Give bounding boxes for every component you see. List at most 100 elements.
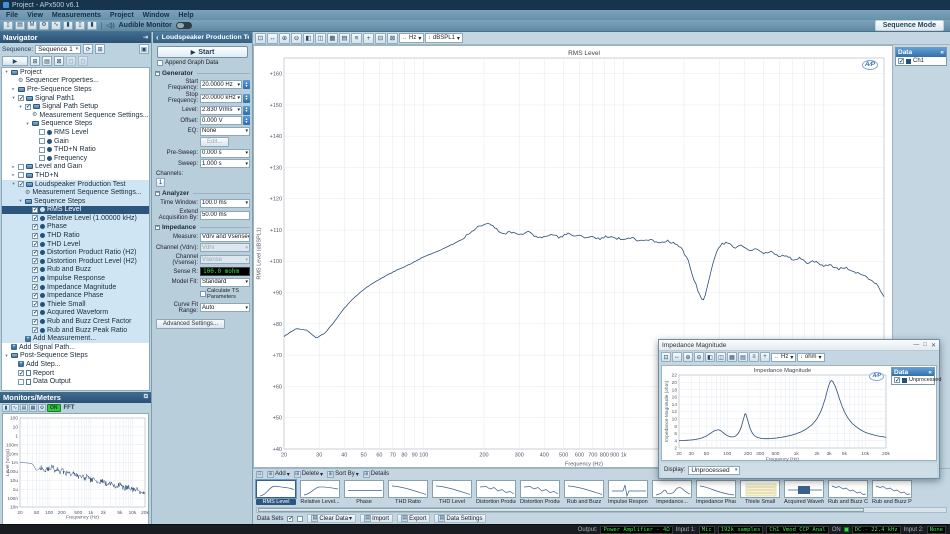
time-window-field[interactable]: 100.0 ms▾ (200, 199, 250, 208)
add-button[interactable]: ⊞Add▾ (267, 471, 290, 478)
tree-checkbox[interactable] (18, 370, 24, 376)
tree-checkbox[interactable] (32, 224, 38, 230)
model-fit-field[interactable]: Standard▾ (200, 278, 250, 287)
tree-item-rms-level[interactable]: RMS Level (2, 128, 149, 137)
measure-field[interactable]: Vdrv and Vsense▾ (200, 233, 250, 242)
menu-window[interactable]: Window (143, 12, 170, 19)
stop-frequency-stepper[interactable]: ▲▼ (243, 94, 250, 103)
data-set-2-checkbox[interactable] (297, 516, 303, 522)
new-project-icon[interactable]: ▯ (3, 21, 13, 30)
tree-item-rub-and-buzz[interactable]: Rub and Buzz (2, 266, 149, 275)
thumbnail-rub-and-buzz[interactable]: Rub and Buzz (564, 480, 604, 505)
quad-view-icon[interactable]: ▦ (727, 352, 737, 362)
offset-stepper[interactable]: ▲▼ (243, 116, 250, 125)
graph-select-icon[interactable]: ⊡ (661, 352, 671, 362)
tree-checkbox[interactable] (32, 284, 38, 290)
calculate-ts-parameters-checkbox[interactable] (200, 291, 206, 297)
extend-acquisition-by-field[interactable]: 50.00 ms (200, 211, 250, 220)
menu-help[interactable]: Help (178, 12, 193, 19)
grid-toggle-icon[interactable]: ▤ (738, 352, 748, 362)
pan-icon[interactable]: ↔ (672, 352, 682, 362)
tree-checkbox[interactable] (32, 301, 38, 307)
start-frequency-field[interactable]: 20.0000 Hz▾ (200, 80, 242, 89)
run-sequence-button[interactable]: ▶ (2, 56, 28, 66)
expander-icon[interactable]: ▾ (18, 198, 23, 204)
unprocessed-checkbox[interactable] (894, 377, 900, 383)
tree-item-level-and-gain[interactable]: ▸Level and Gain (2, 163, 149, 172)
data-settings-button[interactable]: ▤Data Settings (434, 514, 486, 523)
tree-item-distortion-product-level-h2[interactable]: Distortion Product Level (H2) (2, 257, 149, 266)
tree-item-loudspeaker-production-test[interactable]: ▾Loudspeaker Production Test (2, 180, 149, 189)
tree-item-thd-n-ratio[interactable]: THD+N Ratio (2, 145, 149, 154)
tree-item-impedance-magnitude[interactable]: Impedance Magnitude (2, 283, 149, 292)
tree-item-frequency[interactable]: Frequency (2, 154, 149, 163)
cursors-icon[interactable]: + (760, 352, 770, 362)
tree-checkbox[interactable] (32, 207, 38, 213)
thumbnail-rub-and-buzz-peak[interactable]: Rub and Buzz Peak... (872, 480, 912, 505)
thumbnail-relative-level[interactable]: Relative Level... (300, 480, 340, 505)
scrollbar-thumb[interactable] (258, 508, 864, 512)
tree-item-post-sequence-steps[interactable]: ▾Post-Sequence Steps (2, 352, 149, 361)
tree-checkbox[interactable] (32, 276, 38, 282)
tree-item-add-measurement[interactable]: +Add Measurement... (2, 334, 149, 343)
sequence-copy-icon[interactable]: ⊞ (95, 44, 105, 54)
impedance-chart[interactable]: 2220181614121086422030501002003005001k2k… (661, 365, 937, 461)
scope-monitor-view-icon[interactable]: ▤ (20, 404, 28, 412)
expander-icon[interactable]: ▾ (4, 69, 9, 75)
expander-icon[interactable]: ▸ (11, 172, 16, 178)
tree-item-pre-sequence-steps[interactable]: ▸Pre-Sequence Steps (2, 85, 149, 94)
audible-monitor-toggle[interactable] (176, 22, 192, 29)
tree-item-thd-n[interactable]: ▸THD+N (2, 171, 149, 180)
thumbnail-impedance[interactable]: Impedance... (652, 480, 692, 505)
zoom-out-icon[interactable]: ⊖ (694, 352, 704, 362)
minimize-icon[interactable]: — (913, 342, 919, 349)
expander-icon[interactable]: ▸ (11, 164, 16, 170)
tree-checkbox[interactable] (18, 379, 24, 385)
sequence-options-button[interactable]: ▣ (139, 44, 149, 54)
x-unit-select[interactable]: ↔ Hz▾ (399, 33, 424, 43)
stop-frequency-field[interactable]: 20.0000 kHz▾ (200, 94, 242, 103)
tree-checkbox[interactable] (32, 327, 38, 333)
close-icon[interactable]: ✕ (931, 342, 936, 349)
level-stepper[interactable]: ▲▼ (243, 106, 250, 115)
tree-checkbox[interactable] (39, 147, 45, 153)
tree-item-rub-and-buzz-peak-ratio[interactable]: Rub and Buzz Peak Ratio (2, 326, 149, 335)
impedance-window-titlebar[interactable]: Impedance Magnitude — □ ✕ (659, 340, 939, 351)
input-meter-icon[interactable]: ▯ (75, 21, 85, 30)
thumbnail-impulse-response[interactable]: Impulse Response (608, 480, 648, 505)
pin-icon[interactable]: ⇥ (143, 34, 148, 41)
expander-icon[interactable]: ▸ (11, 86, 16, 92)
tree-checkbox[interactable] (32, 258, 38, 264)
output-meter-icon[interactable]: ▮ (87, 21, 97, 30)
impedance-legend-item[interactable]: Unprocessed (892, 376, 934, 384)
tree-item-measurement-sequence-settings[interactable]: ⚙Measurement Sequence Settings... (2, 188, 149, 197)
tree-checkbox[interactable] (32, 310, 38, 316)
import-button[interactable]: ▤Import (360, 514, 393, 523)
sweep-field[interactable]: 1.000 s▾ (200, 159, 250, 168)
pre-sweep-field[interactable]: 0.000 s▾ (200, 149, 250, 158)
section-header-analyzer[interactable]: –Analyzer (155, 190, 250, 197)
tree-item-rms-level[interactable]: RMS Level (2, 206, 149, 215)
display-select[interactable]: Unprocessed▾ (688, 466, 740, 475)
imp-collapse-icon[interactable]: « (928, 369, 932, 376)
append-graph-data-checkbox[interactable] (157, 60, 163, 66)
imp-y-unit-select[interactable]: ↕ ohm▾ (797, 353, 824, 362)
ch1-checkbox[interactable] (898, 58, 904, 64)
tree-item-acquired-waveform[interactable]: Acquired Waveform (2, 309, 149, 318)
thumbnail-thd-level[interactable]: THD Level (432, 480, 472, 505)
tree-item-impulse-response[interactable]: Impulse Response (2, 274, 149, 283)
tree-checkbox[interactable] (39, 129, 45, 135)
add-item-icon[interactable]: ⊞ (30, 56, 40, 66)
pan-icon[interactable]: ↔ (267, 33, 278, 44)
tree-item-signal-path-setup[interactable]: ▾Signal Path Setup (2, 102, 149, 111)
meters-grid-view-icon[interactable]: ▦ (29, 404, 37, 412)
level-meters-view-icon[interactable]: ▮ (2, 404, 10, 412)
menu-project[interactable]: Project (110, 12, 134, 19)
dual-view-icon[interactable]: ◫ (315, 33, 326, 44)
generator-level-icon[interactable]: ∿ (51, 21, 61, 30)
thumbnail-phase[interactable]: Phase (344, 480, 384, 505)
thumbnail-view-icon[interactable]: ⊡ (256, 471, 263, 478)
tree-item-gain[interactable]: Gain (2, 137, 149, 146)
collapse-icon[interactable]: « (940, 49, 944, 56)
settings-icon[interactable]: ⚙ (39, 21, 49, 30)
